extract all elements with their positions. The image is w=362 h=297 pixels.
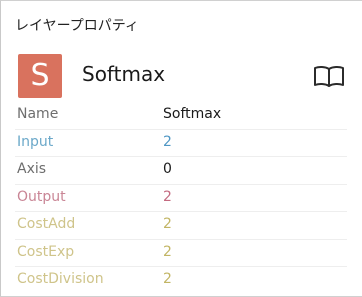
property-row-input: Input 2 xyxy=(15,130,347,157)
layer-name: Softmax xyxy=(82,62,166,86)
property-row-name: Name Softmax xyxy=(15,102,347,130)
property-row-axis: Axis 0 xyxy=(15,157,347,185)
property-value: 2 xyxy=(163,243,172,260)
property-key: CostDivision xyxy=(17,271,104,287)
property-value: 2 xyxy=(163,216,172,232)
property-row-costdivision: CostDivision 2 xyxy=(15,267,347,295)
property-value: 0 xyxy=(163,161,172,177)
layer-badge-letter: S xyxy=(30,58,50,93)
property-table: Name Softmax Input 2 Axis 0 Output 2 CostAdd 2 Cos… xyxy=(15,102,347,295)
panel-title: レイヤープロパティ xyxy=(15,18,139,34)
property-row-costexp: CostExp 2 xyxy=(15,240,347,267)
documentation-button[interactable] xyxy=(311,61,347,91)
property-value: 2 xyxy=(163,271,172,287)
property-value: Softmax xyxy=(163,106,222,122)
book-open-icon xyxy=(314,65,344,87)
property-key: Axis xyxy=(17,161,47,177)
property-key: Output xyxy=(17,188,66,205)
property-key: Input xyxy=(17,133,54,150)
property-row-costadd: CostAdd 2 xyxy=(15,212,347,240)
property-key: CostExp xyxy=(17,243,75,260)
layer-properties-panel: レイヤープロパティ S Softmax Name Softmax Input 2 Axi… xyxy=(0,0,362,297)
property-value: 2 xyxy=(163,133,172,150)
layer-type-badge: S xyxy=(18,54,62,98)
property-key: CostAdd xyxy=(17,216,76,232)
property-key: Name xyxy=(17,106,59,122)
property-value: 2 xyxy=(163,188,172,205)
property-row-output: Output 2 xyxy=(15,185,347,212)
